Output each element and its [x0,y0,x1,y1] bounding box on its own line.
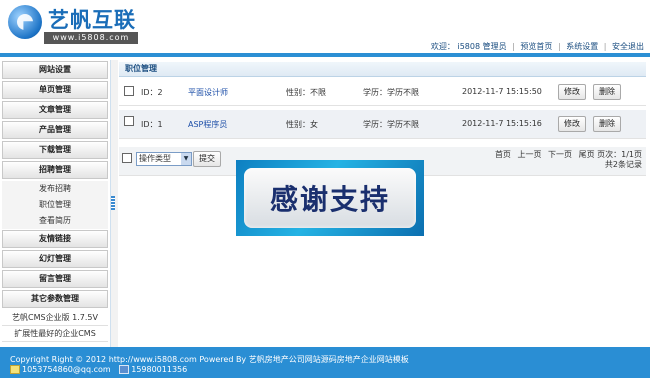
select-all-checkbox[interactable] [122,153,132,163]
sidebar-item-articles[interactable]: 文章管理 [2,101,108,119]
sidebar-subitem-job-management[interactable]: 职位管理 [2,197,108,213]
submit-button[interactable]: 提交 [193,151,221,167]
row-date: 2012-11-7 15:15:16 [462,119,542,128]
select-value: 操作类型 [139,154,171,163]
tagline-info: 扩展性最好的企业CMS [2,326,108,342]
divider: | [603,42,607,51]
version-info: 艺帆CMS企业版 1.7.5V [2,310,108,326]
row-job-title[interactable]: ASP程序员 [188,119,227,130]
thanks-panel: 感谢支持 [244,168,416,228]
sidebar-subitem-view-resumes[interactable]: 查看简历 [2,213,108,229]
email-icon [10,365,20,374]
row-id: ID：2 [141,88,163,97]
row-date: 2012-11-7 15:15:50 [462,87,542,96]
chevron-down-icon: ▼ [181,153,191,165]
contact-line: 1053754860@qq.com 15980011356 [10,365,187,374]
user-role: 管理员 [482,42,507,51]
sidebar-item-slides[interactable]: 幻灯管理 [2,250,108,268]
prev-page-link[interactable]: 上一页 [517,150,541,159]
record-count: 共2条记录 [604,160,642,169]
pagination: 首页 上一页 下一页 尾页 页次：1/1页 共2条记录 [491,150,642,170]
welcome-label: 欢迎： [430,42,455,51]
row-id: ID：1 [141,120,163,129]
page-title: 职位管理 [119,62,646,77]
next-page-link[interactable]: 下一页 [548,150,572,159]
thanks-text: 感谢支持 [269,183,390,216]
collapse-handle-icon[interactable] [111,196,115,210]
footer: Copyright Right © 2012 http://www.i5808.… [0,347,650,378]
row-education: 学历：学历不限 [363,120,419,129]
divider: | [512,42,515,51]
sidebar-item-products[interactable]: 产品管理 [2,121,108,139]
contact-phone: 15980011356 [131,365,188,374]
sidebar-item-recruitment[interactable]: 招聘管理 [2,161,108,179]
sidebar-item-pages[interactable]: 单页管理 [2,81,108,99]
row-checkbox[interactable] [124,116,134,126]
top-nav: 欢迎： i5808 管理员 | 预览首页 | 系统设置 | 安全退出 [431,41,644,52]
contact-email: 1053754860@qq.com [22,365,111,374]
username: i5808 [457,42,481,51]
page-info: 页次：1/1页 [597,150,642,159]
delete-button[interactable]: 删除 [593,84,621,100]
row-checkbox[interactable] [124,86,134,96]
preview-home-link[interactable]: 预览首页 [520,42,552,51]
edit-button[interactable]: 修改 [558,116,586,132]
table-row: ID：1 ASP程序员 性别：女 学历：学历不限 2012-11-7 15:15… [119,110,646,139]
table-row: ID：2 平面设计师 性别：不限 学历：学历不限 2012-11-7 15:15… [119,77,646,106]
system-settings-link[interactable]: 系统设置 [566,42,598,51]
delete-button[interactable]: 删除 [593,116,621,132]
sidebar-subitem-post-job[interactable]: 发布招聘 [2,181,108,197]
phone-icon [119,365,130,374]
divider: | [557,42,561,51]
row-gender: 性别：不限 [286,88,326,97]
last-page-link[interactable]: 尾页 [579,150,595,159]
row-job-title[interactable]: 平面设计师 [188,87,228,98]
header-bar [0,53,650,57]
edit-button[interactable]: 修改 [558,84,586,100]
copyright-text: Copyright Right © 2012 http://www.i5808.… [10,355,409,364]
sidebar: 网站设置 单页管理 文章管理 产品管理 下载管理 招聘管理 发布招聘 职位管理 … [0,60,110,347]
thanks-banner: 感谢支持 [236,160,424,236]
sidebar-item-other-params[interactable]: 其它参数管理 [2,290,108,308]
sidebar-item-links[interactable]: 友情链接 [2,230,108,248]
sidebar-item-downloads[interactable]: 下载管理 [2,141,108,159]
logo-text: 艺帆互联 [48,8,136,32]
action-type-select[interactable]: 操作类型 ▼ [136,152,192,166]
logo-url: www.i5808.com [44,32,138,44]
header: 艺帆互联 www.i5808.com 欢迎： i5808 管理员 | 预览首页 … [0,0,650,58]
row-education: 学历：学历不限 [363,88,419,97]
logo-icon [8,5,42,39]
row-gender: 性别：女 [286,120,318,129]
sidebar-item-messages[interactable]: 留言管理 [2,270,108,288]
logout-link[interactable]: 安全退出 [612,42,644,51]
sidebar-item-site-settings[interactable]: 网站设置 [2,61,108,79]
first-page-link[interactable]: 首页 [495,150,511,159]
